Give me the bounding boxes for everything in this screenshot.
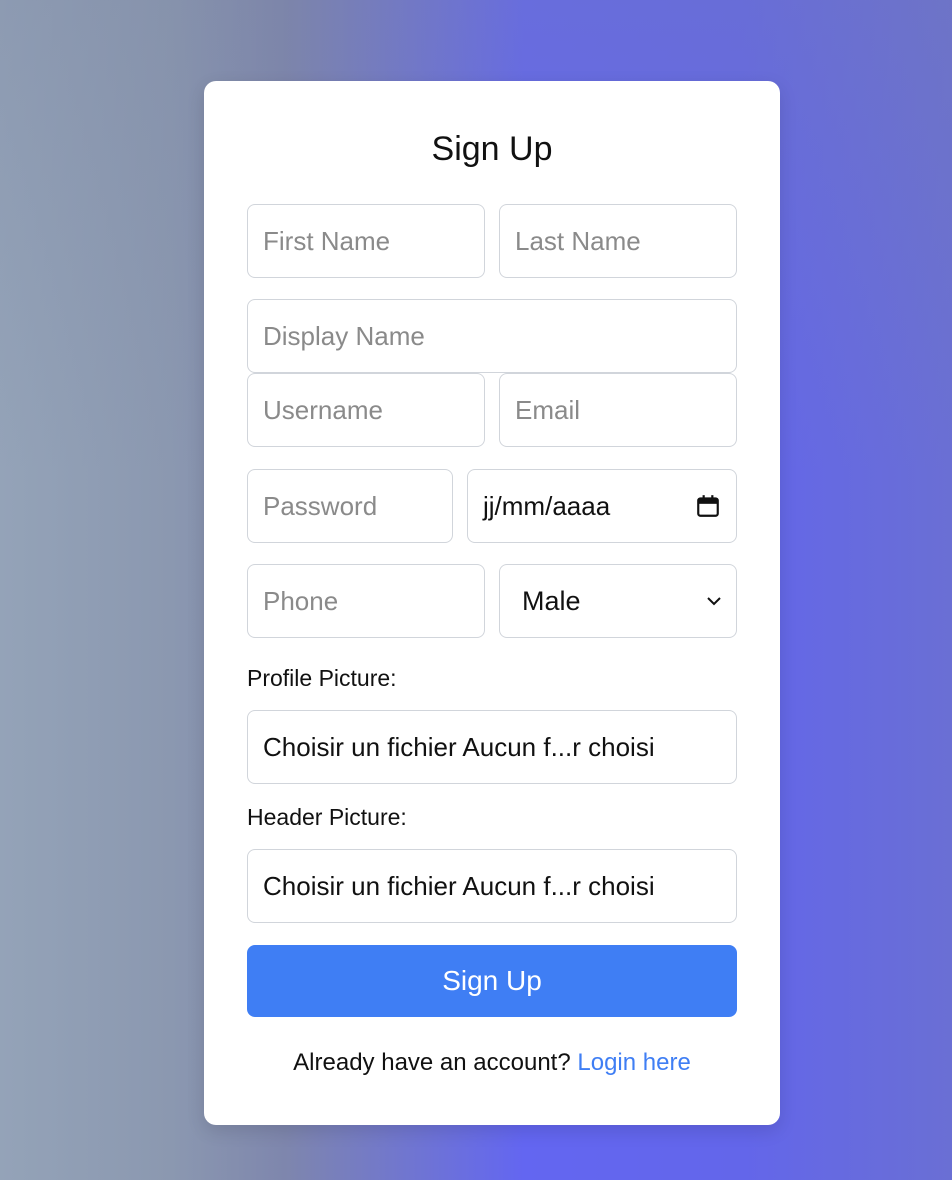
- profile-picture-label: Profile Picture:: [247, 665, 397, 691]
- display-name-input[interactable]: [247, 299, 737, 373]
- password-input[interactable]: [247, 469, 453, 543]
- header-picture-label: Header Picture:: [247, 804, 407, 830]
- calendar-icon[interactable]: [695, 493, 721, 519]
- profile-picture-file-text: Choisir un fichier Aucun f...r choisi: [263, 731, 655, 762]
- signup-card: Sign Up jj/mm/aaaa Male Profile Picture:…: [204, 81, 780, 1125]
- login-link[interactable]: Login here: [577, 1049, 690, 1076]
- header-picture-file-input[interactable]: Choisir un fichier Aucun f...r choisi: [247, 849, 737, 923]
- gender-select[interactable]: Male: [499, 564, 737, 638]
- header-picture-file-text: Choisir un fichier Aucun f...r choisi: [263, 870, 655, 901]
- birthdate-value: jj/mm/aaaa: [483, 490, 611, 521]
- last-name-input[interactable]: [499, 204, 737, 278]
- login-prompt: Already have an account? Login here: [204, 1048, 780, 1078]
- sign-up-button[interactable]: Sign Up: [247, 945, 737, 1017]
- gender-selected-value: Male: [522, 585, 581, 616]
- page-title: Sign Up: [431, 130, 553, 168]
- profile-picture-file-input[interactable]: Choisir un fichier Aucun f...r choisi: [247, 710, 737, 784]
- email-input[interactable]: [499, 373, 737, 447]
- username-input[interactable]: [247, 373, 485, 447]
- login-prompt-text: Already have an account?: [293, 1049, 571, 1076]
- birthdate-input[interactable]: jj/mm/aaaa: [467, 469, 737, 543]
- chevron-down-icon: [707, 597, 721, 606]
- first-name-input[interactable]: [247, 204, 485, 278]
- phone-input[interactable]: [247, 564, 485, 638]
